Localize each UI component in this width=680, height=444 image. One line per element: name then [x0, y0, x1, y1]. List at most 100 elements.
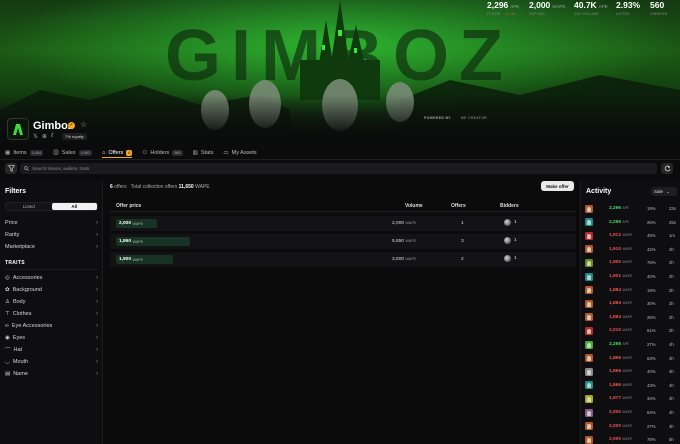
activity-row[interactable]: 2,298 APE 27% 4h: [585, 338, 679, 351]
nft-thumbnail: [585, 258, 593, 267]
sale-percent: 27%: [647, 423, 656, 429]
trait-eye-accessories[interactable]: ∞ Eye Accessories ›: [5, 321, 98, 330]
sale-time: 2h: [669, 314, 674, 320]
background-icon: ✿: [5, 286, 10, 293]
toggle-all[interactable]: All: [51, 203, 97, 210]
users-icon: ⚇: [142, 150, 148, 156]
activity-row[interactable]: 1,977 WAPE 34% 4h: [585, 392, 679, 405]
sale-time: 4h: [669, 369, 674, 375]
trait-name[interactable]: ▤ Name ›: [5, 369, 98, 378]
stat-floor: 2,296 APE FLOOR -0.1%: [487, 0, 520, 16]
sale-percent: 61%: [647, 328, 656, 334]
sale-time: 4h: [669, 410, 674, 415]
offer-price-pill: 1,900 WAPE: [116, 255, 173, 264]
activity-row[interactable]: 1,866 WAPE 40% 4h: [585, 365, 679, 378]
offer-row[interactable]: 1,950 WAPE 5,850 WAPE 3 1: [110, 234, 576, 249]
globe-icon[interactable]: ⊕: [42, 133, 47, 140]
favorite-star-icon[interactable]: ☆: [80, 120, 87, 129]
chart-icon[interactable]: ⫽: [51, 133, 54, 140]
collection-logo: [7, 118, 29, 140]
activity-row[interactable]: 1,912 WAPE 45% 1m: [585, 229, 679, 242]
activity-row[interactable]: 2,000 WAPE 64% 4h: [585, 406, 679, 419]
trait-background[interactable]: ✿ Background ›: [5, 285, 98, 294]
nft-thumbnail: [585, 367, 593, 376]
offer-row[interactable]: 1,900 WAPE 3,800 WAPE 2 1: [110, 252, 576, 267]
nft-thumbnail: [585, 218, 593, 227]
activity-type-select[interactable]: Sale ⌄: [651, 187, 677, 196]
trait-mouth[interactable]: ◡ Mouth ›: [5, 357, 98, 366]
trait-body[interactable]: ♙ Body ›: [5, 297, 98, 306]
sale-time: 2h: [669, 328, 674, 334]
clothes-icon: ⊤: [5, 310, 10, 317]
nft-thumbnail: [585, 204, 593, 213]
activity-row[interactable]: 2,010 WAPE 61% 2h: [585, 324, 679, 337]
sale-price: 1,884 WAPE: [609, 301, 633, 307]
sale-time: 4h: [669, 382, 674, 388]
activity-row[interactable]: 2,296 APE 19% 23s: [585, 202, 679, 215]
tab-my-assets[interactable]: ▭ My Assets: [223, 148, 256, 158]
toggle-listed[interactable]: Listed: [6, 203, 52, 210]
tab-stats[interactable]: ▥ Stats: [193, 148, 214, 158]
sale-price: 2,010 WAPE: [609, 328, 633, 334]
sale-price: 1,977 WAPE: [609, 396, 633, 402]
filter-icon: [7, 165, 15, 172]
filter-price[interactable]: Price ›: [5, 218, 98, 227]
trait-eyes[interactable]: ◉ Eyes ›: [5, 333, 98, 342]
sale-percent: 25%: [647, 219, 656, 225]
search-bar[interactable]: [20, 163, 657, 174]
chevron-right-icon: ›: [96, 322, 98, 329]
activity-row[interactable]: 2,000 WAPE 27% 4h: [585, 420, 679, 433]
trait-hat[interactable]: ⌒ Hat ›: [5, 345, 98, 354]
sale-percent: 42%: [647, 246, 656, 252]
activity-row[interactable]: 2,000 WAPE 78% 5h: [585, 433, 679, 444]
tab-holders[interactable]: ⚇ Holders 560: [142, 148, 183, 158]
filter-marketplace[interactable]: Marketplace ›: [5, 242, 98, 251]
tab-items[interactable]: ▦ Items 3,444: [5, 148, 44, 158]
sale-percent: 63%: [647, 355, 656, 361]
sale-price: 1,884 WAPE: [609, 287, 633, 293]
mouth-icon: ◡: [5, 358, 10, 365]
sale-price: 2,000 WAPE: [609, 410, 633, 415]
tab-sales[interactable]: ⛒ Sales 4,491: [53, 148, 93, 158]
offer-count: 3: [461, 239, 464, 244]
offer-count: 2: [461, 257, 464, 262]
sale-price: 1,910 WAPE: [609, 246, 633, 252]
x-icon[interactable]: 𝕏: [33, 133, 38, 140]
activity-row[interactable]: 1,901 WAPE 40% 2h: [585, 270, 679, 283]
sale-time: 23s: [669, 206, 676, 211]
collection-banner: GIMBOZ POWERED BYME CREATOR: [0, 0, 680, 145]
nft-thumbnail: [585, 231, 593, 240]
activity-row[interactable]: 1,884 WAPE 30% 2h: [585, 297, 679, 310]
offer-volume: 2,000 WAPE: [392, 221, 416, 226]
trait-accessories[interactable]: ◎ Accessories ›: [5, 273, 98, 282]
filter-rarity[interactable]: Rarity ›: [5, 230, 98, 239]
activity-row[interactable]: 1,866 WAPE 43% 4h: [585, 379, 679, 392]
offer-row[interactable]: 2,000 WAPE 2,000 WAPE 1 1: [110, 216, 576, 231]
refresh-button[interactable]: [661, 163, 673, 174]
trait-clothes[interactable]: ⊤ Clothes ›: [5, 309, 98, 318]
sale-percent: 25%: [647, 314, 656, 320]
chevron-right-icon: ›: [96, 286, 98, 293]
search-input[interactable]: [32, 166, 332, 171]
activity-row[interactable]: 1,866 WAPE 63% 4h: [585, 352, 679, 365]
sale-price: 2,296 APE: [609, 206, 630, 211]
bidder-avatar: [504, 255, 511, 262]
activity-row[interactable]: 1,884 WAPE 25% 2h: [585, 311, 679, 324]
tab-offers[interactable]: ⌂ Offers 6: [102, 148, 133, 158]
filters-sidebar: Filters Listed All Price › Rarity › Market…: [0, 180, 103, 444]
sale-percent: 40%: [647, 369, 656, 375]
listed-all-toggle: Listed All: [5, 202, 98, 211]
body-icon: ♙: [5, 298, 10, 305]
activity-row[interactable]: 1,884 WAPE 19% 2h: [585, 284, 679, 297]
activity-row[interactable]: 1,910 WAPE 42% 2h: [585, 243, 679, 256]
chevron-right-icon: ›: [96, 334, 98, 341]
nft-thumbnail: [585, 340, 593, 349]
social-links: 𝕏 ⊕ ⫽: [33, 133, 54, 140]
col-offer-price: Offer price: [116, 203, 142, 209]
activity-row[interactable]: 1,900 WAPE 75% 2h: [585, 256, 679, 269]
nft-thumbnail: [585, 286, 593, 295]
filter-toggle-button[interactable]: [5, 163, 17, 174]
make-offer-button[interactable]: Make offer: [541, 181, 574, 191]
bidders: 1: [504, 237, 517, 244]
activity-row[interactable]: 2,296 APE 25% 25s: [585, 216, 679, 229]
